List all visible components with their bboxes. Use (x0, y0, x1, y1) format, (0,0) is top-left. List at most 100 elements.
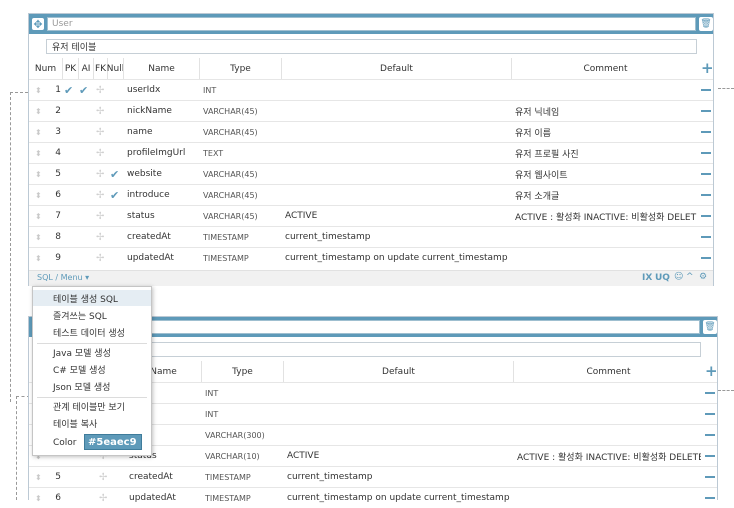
drag-handle-icon[interactable]: ⬍ (35, 101, 45, 121)
column-default-field[interactable] (285, 122, 509, 142)
pk-checkbox[interactable] (64, 206, 76, 226)
column-type-field[interactable]: VARCHAR(45) (203, 101, 279, 121)
pk-checkbox[interactable] (64, 227, 76, 247)
pk-checkbox[interactable] (64, 248, 76, 268)
menu-item-create-sql[interactable]: 테이블 생성 SQL (33, 290, 151, 306)
column-default-field[interactable] (285, 164, 509, 184)
ai-checkbox[interactable] (79, 101, 91, 121)
table-user-panel[interactable]: ✥ User 🗑 유저 테이블 Num PK AI FK Null Name Type Def… (28, 13, 714, 286)
drag-handle-icon[interactable]: ⬍ (35, 164, 45, 184)
table-row[interactable]: ⬍ 8 ✢ createdAt TIMESTAMP current_timestamp (29, 226, 713, 247)
column-comment-field[interactable]: ACTIVE : 활성화 INACTIVE: 비활성화 DELETED (517, 446, 701, 466)
add-column-icon[interactable]: + (705, 362, 718, 380)
drag-handle-icon[interactable]: ⬍ (35, 80, 45, 100)
null-checkbox[interactable] (110, 80, 122, 100)
trash-icon[interactable]: 🗑 (703, 320, 717, 334)
sql-menu-button[interactable]: SQL / Menu ▾ (37, 273, 89, 282)
table-row[interactable]: ⬍ 5 ✢ createdAt TIMESTAMP current_timestamp (29, 466, 717, 487)
pk-checkbox[interactable] (64, 122, 76, 142)
drag-handle-icon[interactable]: ⬍ (35, 143, 45, 163)
table-row[interactable]: ⬍ 6 ✢ updatedAt TIMESTAMP current_timestamp o… (29, 487, 717, 508)
move-icon[interactable]: ✥ (32, 18, 44, 30)
color-input[interactable]: #5eaec9 (84, 434, 142, 450)
column-default-field[interactable]: ACTIVE (287, 446, 511, 466)
remove-column-icon[interactable] (701, 215, 711, 217)
index-button[interactable]: IX (642, 273, 652, 283)
collapse-icon[interactable]: ^ (686, 272, 694, 282)
column-name-field[interactable]: introduce (127, 185, 197, 205)
fk-icon[interactable]: ✢ (96, 227, 108, 247)
null-checkbox[interactable] (110, 101, 122, 121)
drag-handle-icon[interactable]: ⬍ (35, 206, 45, 226)
ai-checkbox[interactable] (79, 143, 91, 163)
ai-checkbox[interactable] (79, 227, 91, 247)
remove-column-icon[interactable] (701, 257, 711, 259)
column-default-field[interactable]: current_timestamp (287, 467, 511, 487)
remove-column-icon[interactable] (705, 497, 715, 499)
fk-icon[interactable]: ✢ (96, 122, 108, 142)
ai-checkbox[interactable] (79, 185, 91, 205)
fk-icon[interactable]: ✢ (96, 80, 108, 100)
column-type-field[interactable]: TIMESTAMP (203, 227, 279, 247)
column-comment-field[interactable] (515, 80, 697, 100)
column-comment-field[interactable]: 유저 이름 (515, 122, 697, 142)
remove-column-icon[interactable] (701, 89, 711, 91)
column-name-field[interactable]: createdAt (127, 227, 197, 247)
table-row[interactable]: ⬍ 3 ✢ name VARCHAR(45) 유저 이름 (29, 121, 713, 142)
column-comment-field[interactable] (517, 467, 701, 487)
ai-checkbox[interactable]: ✔ (79, 80, 91, 100)
remove-column-icon[interactable] (705, 434, 715, 436)
column-type-field[interactable]: VARCHAR(45) (203, 122, 279, 142)
column-default-field[interactable]: ACTIVE (285, 206, 509, 226)
menu-item-favorite-sql[interactable]: 즐겨쓰는 SQL (33, 307, 151, 323)
column-name-field[interactable]: updatedAt (127, 248, 197, 268)
column-comment-field[interactable] (517, 404, 701, 424)
column-default-field[interactable] (285, 143, 509, 163)
fk-icon[interactable]: ✢ (96, 248, 108, 268)
column-type-field[interactable]: TIMESTAMP (203, 248, 279, 268)
column-default-field[interactable] (285, 185, 509, 205)
column-comment-field[interactable] (517, 383, 701, 403)
column-name-field[interactable]: userIdx (127, 80, 197, 100)
column-default-field[interactable]: current_timestamp (285, 227, 509, 247)
fk-icon[interactable]: ✢ (99, 467, 111, 487)
null-checkbox[interactable] (110, 206, 122, 226)
column-name-field[interactable]: createdAt (129, 467, 199, 487)
sql-context-menu[interactable]: 테이블 생성 SQL 즐겨쓰는 SQL 테스트 데이터 생성 Java 모델 생… (32, 286, 152, 456)
table-row[interactable]: ⬍ 9 ✢ updatedAt TIMESTAMP current_timestamp o… (29, 247, 713, 268)
drag-handle-icon[interactable]: ⬍ (35, 488, 45, 508)
unique-button[interactable]: UQ (655, 273, 670, 283)
drag-handle-icon[interactable]: ⬍ (35, 248, 45, 268)
remove-column-icon[interactable] (701, 152, 711, 154)
column-name-field[interactable]: status (127, 206, 197, 226)
trash-icon[interactable]: 🗑 (699, 17, 713, 31)
column-default-field[interactable] (287, 383, 511, 403)
column-type-field[interactable]: INT (203, 80, 279, 100)
column-default-field[interactable]: current_timestamp on update current_time… (285, 248, 509, 268)
column-type-field[interactable]: VARCHAR(300) (205, 425, 281, 445)
column-name-field[interactable]: profileImgUrl (127, 143, 197, 163)
column-comment-field[interactable]: 유저 웹사이트 (515, 164, 697, 184)
null-checkbox[interactable] (110, 248, 122, 268)
fk-icon[interactable]: ✢ (96, 143, 108, 163)
remove-column-icon[interactable] (705, 392, 715, 394)
drag-handle-icon[interactable]: ⬍ (35, 467, 45, 487)
menu-item-json-model[interactable]: Json 모델 생성 (33, 378, 151, 394)
ai-checkbox[interactable] (79, 248, 91, 268)
column-type-field[interactable]: INT (205, 404, 281, 424)
table-row[interactable]: ⬍ 2 ✢ nickName VARCHAR(45) 유저 닉네임 (29, 100, 713, 121)
null-checkbox[interactable] (110, 227, 122, 247)
remove-column-icon[interactable] (701, 131, 711, 133)
menu-item-relation-only[interactable]: 관계 테이블만 보기 (33, 398, 151, 414)
table-row[interactable]: ⬍ 5 ✢ ✔ website VARCHAR(45) 유저 웹사이트 (29, 163, 713, 184)
column-type-field[interactable]: VARCHAR(10) (205, 446, 281, 466)
menu-item-test-data[interactable]: 테스트 데이터 생성 (33, 324, 151, 340)
column-type-field[interactable]: VARCHAR(45) (203, 206, 279, 226)
drag-handle-icon[interactable]: ⬍ (35, 185, 45, 205)
table-row[interactable]: ⬍ 6 ✢ ✔ introduce VARCHAR(45) 유저 소개글 (29, 184, 713, 205)
pk-checkbox[interactable] (64, 143, 76, 163)
fk-icon[interactable]: ✢ (96, 206, 108, 226)
column-type-field[interactable]: VARCHAR(45) (203, 164, 279, 184)
gear-icon[interactable]: ⚙ (699, 272, 707, 282)
column-type-field[interactable]: TIMESTAMP (205, 467, 281, 487)
